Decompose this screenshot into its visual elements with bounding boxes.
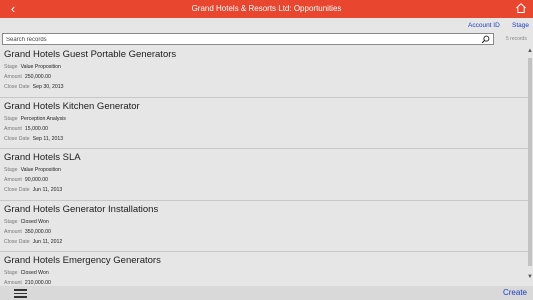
stage-label: Stage	[4, 270, 18, 276]
list-scrollbar[interactable]: ▲ ▼	[527, 48, 533, 280]
list-item[interactable]: Grand Hotels Emergency Generators Stage C…	[0, 252, 528, 286]
records-list: Grand Hotels Guest Portable Generators S…	[0, 46, 528, 286]
record-name: Grand Hotels SLA	[4, 152, 81, 163]
record-name: Grand Hotels Emergency Generators	[4, 255, 161, 266]
scroll-thumb[interactable]	[528, 58, 532, 266]
create-button[interactable]: Create	[503, 288, 527, 297]
stage-label: Stage	[4, 64, 18, 70]
app-bar: Create	[0, 286, 533, 300]
amount-label: Amount	[4, 125, 22, 132]
close-date-label: Close Date	[4, 84, 30, 90]
close-date-value: Sep 11, 2013	[32, 135, 64, 142]
list-item[interactable]: Grand Hotels Generator Installations Sta…	[0, 201, 528, 252]
scroll-up-icon[interactable]: ▲	[527, 48, 533, 54]
search-box	[2, 33, 494, 45]
record-name: Grand Hotels Kitchen Generator	[4, 100, 140, 112]
amount-label: Amount	[4, 177, 22, 183]
close-date-label: Close Date	[4, 187, 30, 193]
hamburger-menu-icon[interactable]	[14, 289, 27, 298]
stage-label: Stage	[4, 167, 18, 173]
search-icon[interactable]	[481, 35, 490, 44]
stage-label: Stage	[4, 115, 18, 122]
scroll-down-icon[interactable]: ▼	[527, 274, 533, 280]
list-item[interactable]: Grand Hotels Guest Portable Generators S…	[0, 46, 528, 98]
close-date-value: Sep 30, 2013	[32, 84, 64, 90]
record-name: Grand Hotels Generator Installations	[4, 203, 159, 215]
list-item[interactable]: Grand Hotels SLA Stage Value Proposition …	[0, 149, 528, 201]
amount-label: Amount	[4, 228, 22, 235]
stage-value: Closed Won	[20, 218, 49, 225]
close-date-label: Close Date	[4, 238, 30, 245]
stage-value: Value Proposition	[20, 64, 61, 70]
close-date-value: Jun 11, 2012	[32, 238, 63, 245]
amount-value: 15,000.00	[24, 125, 48, 132]
list-item[interactable]: Grand Hotels Kitchen Generator Stage Perc…	[0, 98, 528, 149]
stage-value: Perception Analysis	[20, 115, 66, 122]
stage-value: Closed Won	[20, 270, 49, 276]
page-title: Grand Hotels & Resorts Ltd: Opportunitie…	[191, 4, 342, 13]
amount-value: 250,000.00	[24, 74, 51, 80]
app-header: ‹ Grand Hotels & Resorts Ltd: Opportunit…	[0, 0, 533, 18]
record-name: Grand Hotels Guest Portable Generators	[4, 49, 177, 60]
amount-value: 90,000.00	[24, 177, 48, 183]
close-date-value: Jun 11, 2013	[32, 187, 63, 193]
stage-label: Stage	[4, 218, 18, 225]
sort-account-id-button[interactable]: Account ID	[468, 22, 500, 29]
sort-bar: Account ID Stage	[0, 18, 533, 32]
sort-stage-button[interactable]: Stage	[512, 22, 529, 29]
stage-value: Value Proposition	[20, 167, 61, 173]
home-icon[interactable]	[515, 2, 527, 14]
record-count: 5 records	[506, 36, 527, 42]
amount-value: 350,000.00	[24, 228, 51, 235]
amount-label: Amount	[4, 74, 22, 80]
close-date-label: Close Date	[4, 135, 30, 142]
search-input[interactable]	[6, 35, 476, 44]
